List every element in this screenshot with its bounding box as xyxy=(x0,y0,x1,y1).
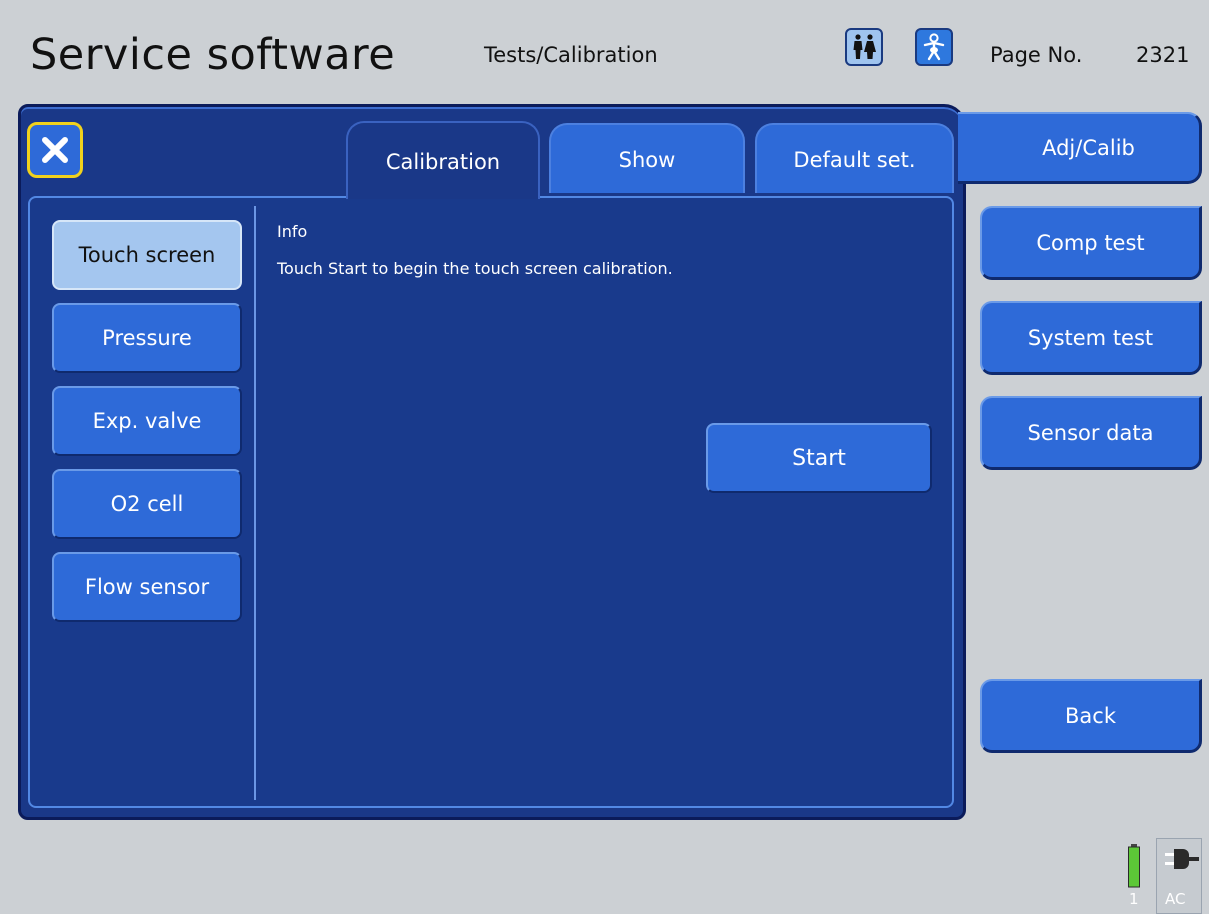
tab-default-set[interactable]: Default set. xyxy=(755,123,954,193)
nav-system-test[interactable]: System test xyxy=(980,301,1202,375)
back-button[interactable]: Back xyxy=(980,679,1202,753)
info-text: Touch Start to begin the touch screen ca… xyxy=(277,259,673,278)
infant-patient-button[interactable] xyxy=(915,28,953,66)
close-button[interactable] xyxy=(27,122,83,178)
infant-patient-icon xyxy=(923,33,945,61)
divider xyxy=(254,206,256,800)
exp-valve-button[interactable]: Exp. valve xyxy=(52,386,242,456)
battery-icon xyxy=(1128,844,1140,888)
app-title: Service software xyxy=(30,30,396,80)
touch-screen-button[interactable]: Touch screen xyxy=(52,220,242,290)
page-subtitle: Tests/Calibration xyxy=(484,43,658,67)
battery-number: 1 xyxy=(1129,890,1139,908)
nav-adj-calib[interactable]: Adj/Calib xyxy=(958,112,1202,184)
start-button[interactable]: Start xyxy=(706,423,932,493)
flow-sensor-button[interactable]: Flow sensor xyxy=(52,552,242,622)
page-number-label: Page No. xyxy=(990,43,1083,67)
tab-show[interactable]: Show xyxy=(549,123,745,193)
o2-cell-button[interactable]: O2 cell xyxy=(52,469,242,539)
pressure-button[interactable]: Pressure xyxy=(52,303,242,373)
nav-comp-test[interactable]: Comp test xyxy=(980,206,1202,280)
adult-patient-icon xyxy=(853,34,876,59)
plug-icon xyxy=(1165,849,1199,869)
info-title: Info xyxy=(277,222,308,241)
ac-label: AC xyxy=(1165,890,1186,908)
adult-patient-button[interactable] xyxy=(845,28,883,66)
nav-sensor-data[interactable]: Sensor data xyxy=(980,396,1202,470)
page-number: 2321 xyxy=(1136,43,1190,67)
tab-calibration[interactable]: Calibration xyxy=(346,121,540,199)
close-icon xyxy=(42,137,68,163)
